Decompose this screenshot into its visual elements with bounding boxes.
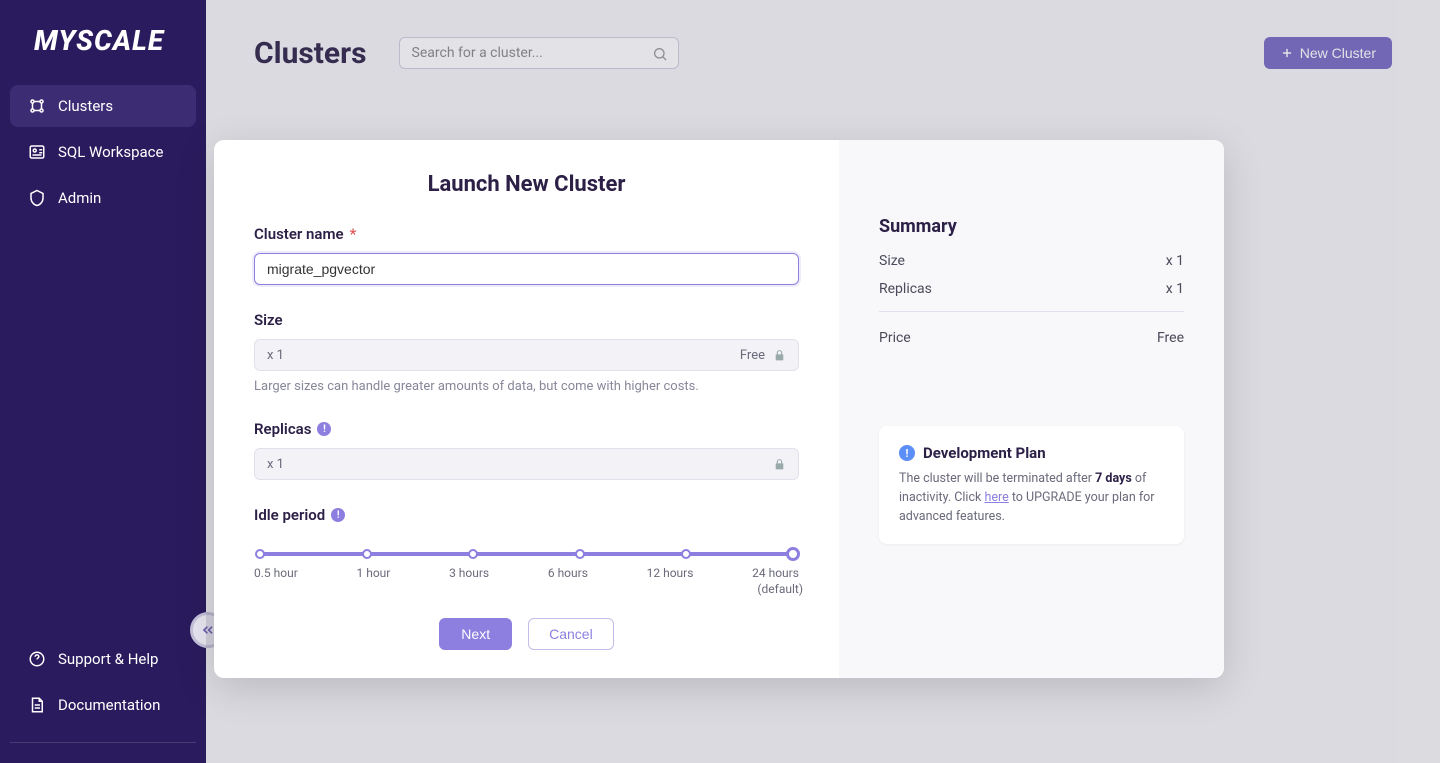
modal-title: Launch New Cluster xyxy=(254,172,799,197)
replicas-select[interactable]: x 1 xyxy=(254,448,799,480)
sidebar-item-sql-workspace[interactable]: SQL Workspace xyxy=(10,131,196,173)
idle-period-label: Idle period ! xyxy=(254,506,799,524)
size-value: x 1 xyxy=(267,348,284,363)
sidebar-item-label: Support & Help xyxy=(58,650,158,668)
slider-label: 24 hours xyxy=(752,566,799,580)
cancel-button[interactable]: Cancel xyxy=(528,618,614,650)
upgrade-link[interactable]: here xyxy=(984,490,1008,505)
summary-title: Summary xyxy=(879,216,1184,237)
info-badge-icon: ! xyxy=(899,445,915,461)
sidebar-item-label: Clusters xyxy=(58,97,113,115)
slider-label: 3 hours xyxy=(449,566,489,580)
lock-icon xyxy=(773,458,786,471)
required-indicator: * xyxy=(350,225,357,243)
slider-label: 12 hours xyxy=(647,566,694,580)
lock-icon xyxy=(773,349,786,362)
sidebar-item-label: SQL Workspace xyxy=(58,143,163,161)
sidebar-item-clusters[interactable]: Clusters xyxy=(10,85,196,127)
admin-icon xyxy=(28,189,46,207)
sidebar-item-admin[interactable]: Admin xyxy=(10,177,196,219)
slider-default-note: (default) xyxy=(757,582,803,596)
next-button[interactable]: Next xyxy=(439,618,512,650)
slider-handle[interactable] xyxy=(786,547,800,561)
size-select[interactable]: x 1 Free xyxy=(254,339,799,371)
summary-row-price: Price Free xyxy=(879,330,1184,346)
slider-label: 0.5 hour xyxy=(254,566,298,580)
slider-label: 1 hour xyxy=(356,566,390,580)
clusters-icon xyxy=(28,97,46,115)
summary-row-replicas: Replicas x 1 xyxy=(879,281,1184,297)
development-plan-box: ! Development Plan The cluster will be t… xyxy=(879,426,1184,544)
info-icon[interactable]: ! xyxy=(317,422,331,436)
brand-logo: MYSCALE xyxy=(34,24,196,57)
slider-label: 6 hours xyxy=(548,566,588,580)
cluster-name-label: Cluster name * xyxy=(254,225,799,243)
dev-plan-title: ! Development Plan xyxy=(899,444,1164,462)
sidebar-item-documentation[interactable]: Documentation xyxy=(10,684,196,726)
modal-form: Launch New Cluster Cluster name * Size x… xyxy=(214,140,839,678)
size-label: Size xyxy=(254,311,799,329)
documentation-icon xyxy=(28,696,46,714)
size-helper: Larger sizes can handle greater amounts … xyxy=(254,379,799,394)
help-icon xyxy=(28,650,46,668)
sidebar-item-label: Documentation xyxy=(58,696,160,714)
replicas-label: Replicas ! xyxy=(254,420,799,438)
info-icon[interactable]: ! xyxy=(331,508,345,522)
cluster-name-input[interactable] xyxy=(254,253,799,285)
divider xyxy=(879,311,1184,312)
modal-summary: Summary Size x 1 Replicas x 1 Price Free… xyxy=(839,140,1224,678)
replicas-value: x 1 xyxy=(267,457,284,472)
launch-cluster-modal: Launch New Cluster Cluster name * Size x… xyxy=(214,140,1224,678)
sidebar-item-support[interactable]: Support & Help xyxy=(10,638,196,680)
size-badge: Free xyxy=(740,348,765,363)
idle-period-slider[interactable]: 0.5 hour 1 hour 3 hours 6 hours 12 hours… xyxy=(254,552,799,580)
summary-row-size: Size x 1 xyxy=(879,253,1184,269)
sql-icon xyxy=(28,143,46,161)
sidebar-item-label: Admin xyxy=(58,189,101,207)
dev-plan-text: The cluster will be terminated after 7 d… xyxy=(899,470,1164,526)
sidebar: MYSCALE Clusters SQL Workspace Admin Sup… xyxy=(0,0,206,763)
